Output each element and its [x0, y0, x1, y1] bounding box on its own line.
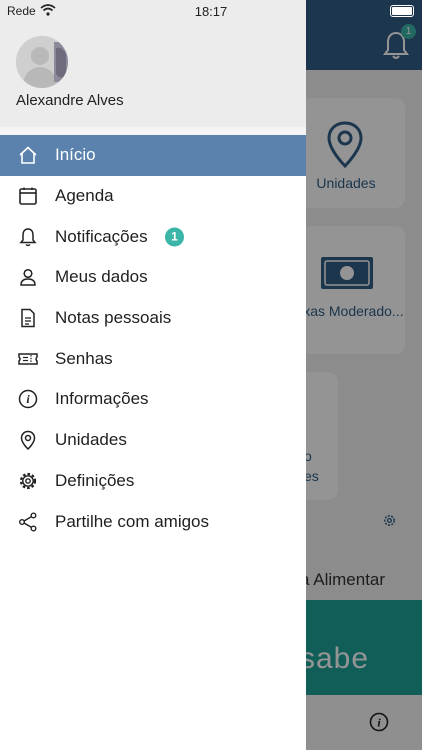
battery-icon — [390, 5, 414, 17]
menu-item-label: Partilhe com amigos — [55, 511, 210, 531]
menu-item-document[interactable]: Notas pessoais — [0, 298, 306, 339]
ticket-icon — [18, 353, 38, 365]
menu-item-home[interactable]: Início — [0, 135, 306, 176]
home-icon — [19, 146, 37, 165]
info-icon: i — [18, 390, 38, 409]
gear-icon — [19, 472, 37, 489]
menu-item-label: Notificações — [55, 226, 148, 246]
navigation-drawer: Alexandre Alves Início Agenda Notificações… — [0, 0, 306, 750]
user-name: Alexandre Alves — [16, 92, 124, 109]
menu-item-label: Agenda — [55, 186, 114, 206]
svg-text:i: i — [26, 393, 30, 407]
menu-item-label: Definições — [55, 470, 135, 490]
menu-item-bell[interactable]: Notificações 1 — [0, 216, 306, 257]
menu-item-label: Senhas — [55, 348, 113, 368]
avatar[interactable] — [16, 36, 68, 88]
clock: 18:17 — [194, 4, 228, 19]
drawer-menu: Início Agenda Notificações 1 Meus dados Notas… — [0, 135, 306, 542]
person-icon — [20, 269, 36, 287]
menu-item-share[interactable]: Partilhe com amigos — [0, 501, 306, 542]
notifications-count-badge: 1 — [165, 227, 184, 247]
menu-item-label: Informações — [55, 389, 149, 409]
calendar-icon — [19, 187, 37, 205]
drawer-divider — [0, 127, 306, 135]
menu-item-label: Notas pessoais — [55, 308, 172, 328]
menu-item-info[interactable]: i Informações — [0, 379, 306, 420]
menu-item-ticket[interactable]: Senhas — [0, 338, 306, 379]
menu-item-gear[interactable]: Definições — [0, 461, 306, 502]
share-icon — [19, 512, 37, 532]
document-icon — [21, 308, 35, 328]
menu-item-label: Unidades — [55, 430, 127, 450]
bell-icon — [19, 227, 37, 246]
status-bar: Rede 18:17 — [0, 0, 422, 22]
menu-item-label: Início — [55, 145, 96, 165]
location-pin-icon — [20, 430, 36, 451]
menu-item-calendar[interactable]: Agenda — [0, 176, 306, 217]
menu-item-label: Meus dados — [55, 267, 148, 287]
menu-item-location-pin[interactable]: Unidades — [0, 420, 306, 461]
menu-item-person[interactable]: Meus dados — [0, 257, 306, 298]
